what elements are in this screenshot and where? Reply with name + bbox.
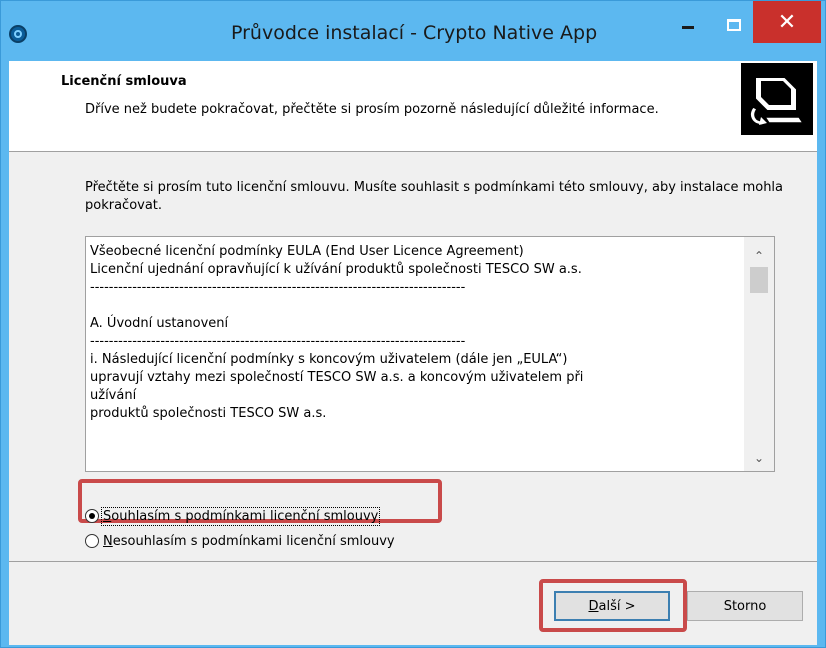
page-title: Licenční smlouva [61, 74, 187, 89]
decline-radio-label[interactable]: Nesouhlasím s podmínkami licenční smlouv… [103, 534, 395, 549]
radio-unchecked-icon[interactable] [85, 534, 99, 548]
wizard-header: Licenční smlouva Dříve než budete pokrač… [9, 61, 817, 152]
license-scrollbar[interactable]: ⌃ ⌄ [744, 237, 774, 471]
scroll-down-icon[interactable]: ⌄ [744, 447, 774, 469]
maximize-button[interactable] [711, 9, 757, 41]
radio-checked-icon[interactable] [85, 509, 99, 523]
title-bar[interactable]: Průvodce instalací - Crypto Native App ✕ [1, 1, 825, 69]
page-description: Dříve než budete pokračovat, přečtěte si… [85, 102, 659, 117]
setup-computer-icon [741, 63, 813, 135]
maximize-icon [727, 19, 741, 31]
minimize-icon [682, 25, 694, 29]
accept-radio-label[interactable]: Souhlasím s podmínkami licenční smlouvy [100, 506, 381, 526]
close-icon: ✕ [777, 9, 797, 35]
decline-radio[interactable]: Nesouhlasím s podmínkami licenční smlouv… [85, 529, 395, 553]
wizard-client-area: Licenční smlouva Dříve než budete pokrač… [9, 61, 817, 645]
instructions-text: Přečtěte si prosím tuto licenční smlouvu… [85, 180, 784, 213]
close-button[interactable]: ✕ [753, 1, 821, 43]
installer-window: Průvodce instalací - Crypto Native App ✕… [0, 0, 826, 648]
scroll-up-icon[interactable]: ⌃ [744, 245, 774, 267]
scroll-thumb[interactable] [750, 267, 768, 293]
license-textbox[interactable]: Všeobecné licenční podmínky EULA (End Us… [85, 236, 775, 472]
window-title: Průvodce instalací - Crypto Native App [231, 22, 598, 44]
accept-radio[interactable]: Souhlasím s podmínkami licenční smlouvy [85, 504, 381, 528]
footer-divider [9, 561, 817, 562]
app-icon [9, 25, 27, 43]
license-text: Všeobecné licenční podmínky EULA (End Us… [90, 244, 584, 421]
cancel-button[interactable]: Storno [687, 591, 803, 621]
next-button[interactable]: Další > [554, 591, 670, 621]
minimize-button[interactable] [665, 9, 711, 41]
